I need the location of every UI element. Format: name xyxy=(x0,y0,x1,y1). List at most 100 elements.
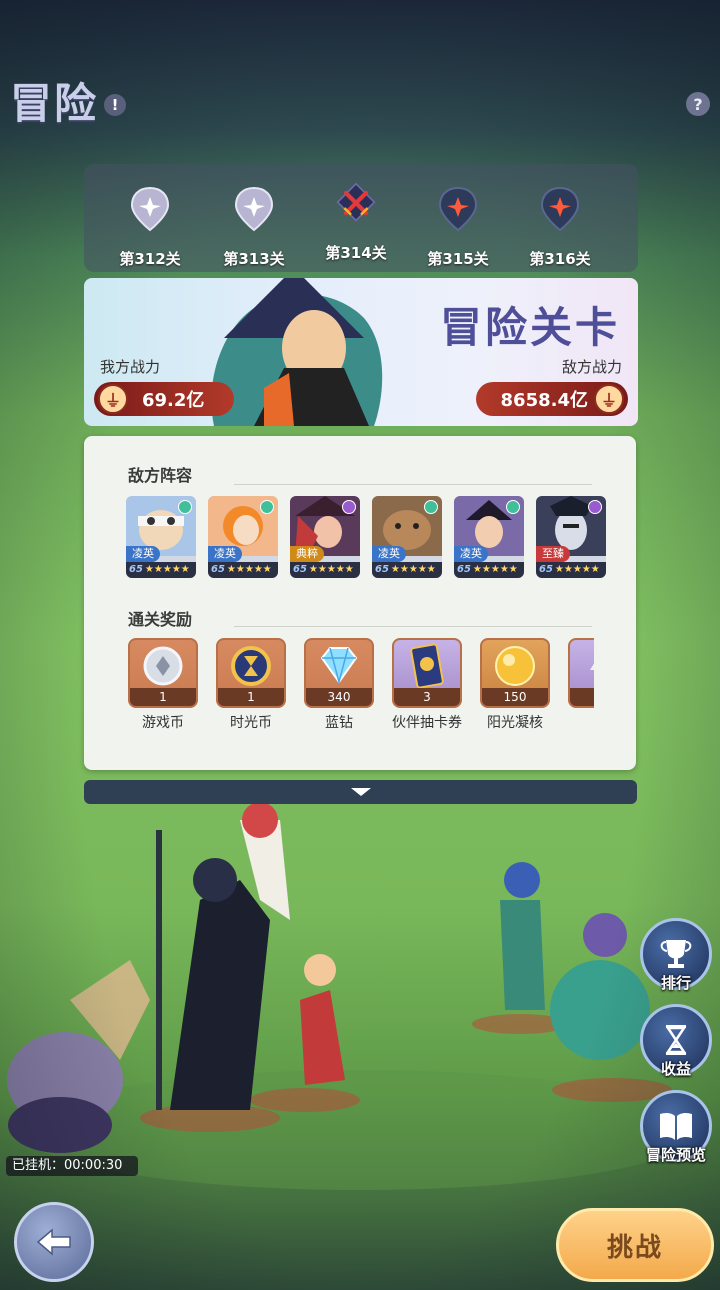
stage-locked-icon xyxy=(540,186,580,232)
ranking-button[interactable]: 排行 xyxy=(640,918,712,993)
challenge-button[interactable]: 挑战 xyxy=(556,1208,714,1282)
stage-314-current[interactable]: 第314关 xyxy=(316,182,396,263)
reward-icon-box: 1 xyxy=(216,638,286,708)
reward-name: 时光币 xyxy=(230,715,272,731)
reward-name: 阳光凝核 xyxy=(487,715,543,731)
reward-count: 1 xyxy=(218,688,284,706)
element-icon xyxy=(424,500,438,514)
enemy-hero-card[interactable]: 凌英 65 ★★★★★ xyxy=(372,496,442,578)
back-button[interactable] xyxy=(14,1202,94,1282)
page-header: 冒险 ! xyxy=(10,70,127,131)
side-button-label: 收益 xyxy=(660,1060,691,1078)
hero-level-stars: 65 ★★★★★ xyxy=(372,562,442,578)
reward-item[interactable]: 1 时光币 xyxy=(216,638,286,732)
stage-locked-icon xyxy=(438,186,478,232)
element-icon xyxy=(588,500,602,514)
chevron-down-icon xyxy=(350,788,371,796)
element-icon xyxy=(178,500,192,514)
reward-name: 游戏币 xyxy=(142,715,184,731)
stage-cleared-icon xyxy=(130,186,170,232)
hero-level-stars: 65 ★★★★★ xyxy=(454,562,524,578)
enemy-power-label: 敌方战力 xyxy=(561,358,622,376)
sun-orb-icon xyxy=(495,646,535,686)
hero-rank: 凌英 xyxy=(126,546,160,562)
hero-level: 65 xyxy=(293,564,307,575)
help-icon[interactable]: ? xyxy=(686,92,710,116)
stage-312[interactable]: 第312关 xyxy=(110,186,190,269)
reward-title: 通关奖励 xyxy=(128,610,193,629)
my-power-label: 我方战力 xyxy=(100,358,161,376)
reward-icon-box: 150 xyxy=(480,638,550,708)
moon-item-icon xyxy=(590,663,594,670)
hero-rank: 典粹 xyxy=(290,546,324,562)
enemy-hero-card[interactable]: 凌英 65 ★★★★★ xyxy=(126,496,196,578)
mission-title: 冒险关卡 xyxy=(439,303,620,352)
reward-icon-box: 1 xyxy=(128,638,198,708)
hero-level: 65 xyxy=(375,564,389,575)
my-power-value: 69.2亿 xyxy=(142,390,205,411)
coin-icon xyxy=(143,646,183,686)
reward-count: 3 xyxy=(394,688,460,706)
card-ticket-icon xyxy=(410,643,444,689)
hourglass-icon xyxy=(665,1025,687,1055)
hourglass-coin-icon xyxy=(231,646,271,686)
reward-item[interactable]: 340 蓝钻 xyxy=(304,638,374,732)
stage-label: 第313关 xyxy=(223,250,285,268)
reward-item[interactable]: 1 游戏币 xyxy=(128,638,198,732)
enemy-power-pill: 8658.4亿 ⏚ xyxy=(476,382,628,416)
info-icon[interactable]: ! xyxy=(104,93,127,116)
divider xyxy=(234,626,592,627)
hero-level-stars: 65 ★★★★★ xyxy=(126,562,196,578)
stage-progress-bar: 第312关 第313关 第314关 第315关 第316关 xyxy=(84,164,638,272)
my-power-pill: ⏚ 69.2亿 xyxy=(94,382,234,416)
hero-level-stars: 65 ★★★★★ xyxy=(208,562,278,578)
idle-timer: 已挂机：00:00:30 xyxy=(6,1156,138,1176)
earnings-button[interactable]: 收益 xyxy=(640,1004,712,1079)
reward-count: 1 xyxy=(130,688,196,706)
stage-316[interactable]: 第316关 xyxy=(520,186,600,269)
hero-stars: ★★★★★ xyxy=(226,564,272,575)
hero-stars: ★★★★★ xyxy=(308,564,354,575)
reward-item[interactable]: 1 月 xyxy=(568,638,594,732)
reward-count: 150 xyxy=(482,688,548,706)
reward-count: 1 xyxy=(570,688,594,706)
stage-label: 第316关 xyxy=(529,250,591,268)
side-button-label: 冒险预览 xyxy=(645,1146,706,1164)
enemy-hero-card[interactable]: 凌英 65 ★★★★★ xyxy=(454,496,524,578)
trophy-icon xyxy=(660,940,692,968)
power-icon: ⏚ xyxy=(594,384,624,414)
reward-name: 蓝钻 xyxy=(325,715,353,731)
hero-rank: 至臻 xyxy=(536,546,570,562)
reward-item[interactable]: 3 伙伴抽卡券 xyxy=(392,638,462,732)
hero-level-stars: 65 ★★★★★ xyxy=(536,562,606,578)
hero-level: 65 xyxy=(211,564,225,575)
reward-icon-box: 340 xyxy=(304,638,374,708)
element-icon xyxy=(342,500,356,514)
hero-rank: 凌英 xyxy=(208,546,242,562)
stage-315[interactable]: 第315关 xyxy=(418,186,498,269)
stage-detail-panel: 敌方阵容 凌英 65 ★★★★★ 凌英 65 ★★★★★ 典粹 65 ★★★★★ 凌英… xyxy=(84,436,636,770)
hero-rank: 凌英 xyxy=(372,546,406,562)
reward-name: 月 xyxy=(568,714,594,732)
enemy-hero-card[interactable]: 典粹 65 ★★★★★ xyxy=(290,496,360,578)
hero-level: 65 xyxy=(129,564,143,575)
enemy-lineup: 凌英 65 ★★★★★ 凌英 65 ★★★★★ 典粹 65 ★★★★★ 凌英 65 ★★… xyxy=(126,496,606,578)
stage-label: 第315关 xyxy=(427,250,489,268)
reward-list: 1 游戏币 1 时光币 340 蓝钻 3 伙伴抽卡券 150 阳光凝核 xyxy=(128,638,594,768)
hero-level: 65 xyxy=(539,564,553,575)
stage-313[interactable]: 第313关 xyxy=(214,186,294,269)
enemy-lineup-title: 敌方阵容 xyxy=(128,466,193,485)
enemy-hero-card[interactable]: 至臻 65 ★★★★★ xyxy=(536,496,606,578)
hero-stars: ★★★★★ xyxy=(390,564,436,575)
reward-item[interactable]: 150 阳光凝核 xyxy=(480,638,550,732)
adventure-preview-button[interactable]: 冒险预览 xyxy=(636,1090,716,1165)
collapse-toggle[interactable] xyxy=(84,780,637,804)
hero-level-stars: 65 ★★★★★ xyxy=(290,562,360,578)
hero-stars: ★★★★★ xyxy=(144,564,190,575)
hero-stars: ★★★★★ xyxy=(472,564,518,575)
enemy-hero-card[interactable]: 凌英 65 ★★★★★ xyxy=(208,496,278,578)
crossed-swords-icon xyxy=(336,182,376,222)
reward-name: 伙伴抽卡券 xyxy=(392,715,462,731)
reward-icon-box: 1 xyxy=(568,638,594,708)
diamond-icon xyxy=(320,647,358,685)
